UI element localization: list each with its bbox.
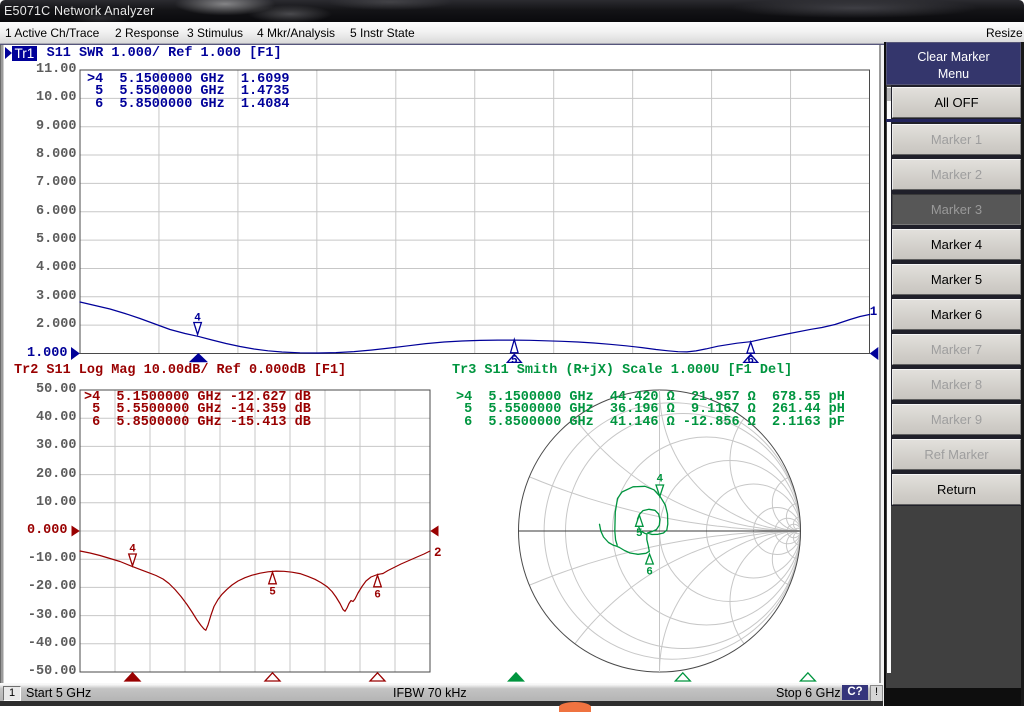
svg-text:2: 2	[434, 546, 442, 560]
svg-text:6: 6	[646, 567, 653, 579]
svg-text:4: 4	[656, 474, 663, 486]
svg-text:1: 1	[870, 305, 878, 319]
svg-text:6: 6	[374, 590, 381, 602]
svg-text:5: 5	[636, 528, 643, 540]
svg-text:5: 5	[269, 587, 276, 599]
